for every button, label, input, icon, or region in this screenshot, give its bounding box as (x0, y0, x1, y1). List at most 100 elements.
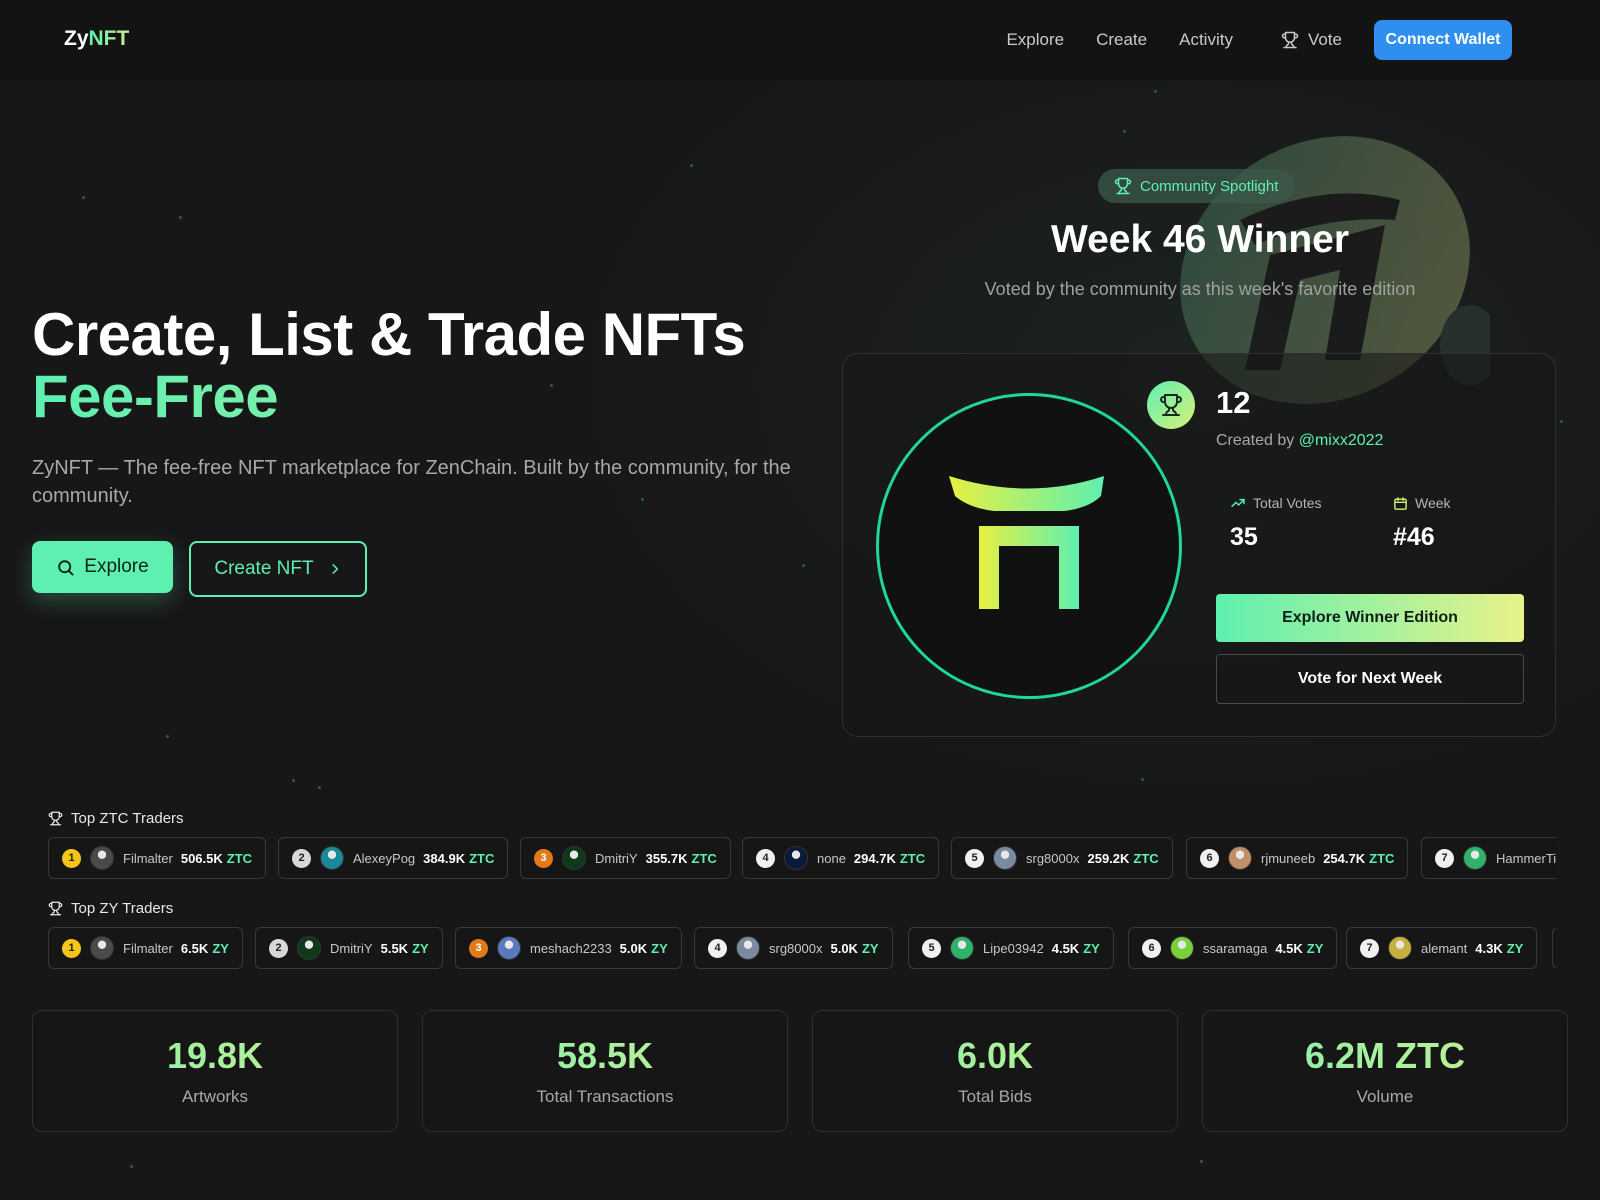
rank-badge: 1 (62, 938, 81, 958)
trophy-icon (1281, 31, 1299, 49)
rank-badge: 5 (922, 938, 941, 958)
trader-chip[interactable]: 5 Lipe03942 4.5K ZY (908, 927, 1114, 969)
top-ztc-traders-title: Top ZTC Traders (71, 810, 184, 827)
trader-amount: 6.5K (180, 940, 209, 956)
trader-amount: 254.7K (1323, 850, 1366, 866)
trader-name: HammerTi (1496, 850, 1556, 866)
avatar (1228, 846, 1252, 870)
trader-chip[interactable]: 6 rjmuneeb 254.7K ZTC (1186, 837, 1409, 879)
background-dot (1200, 1160, 1203, 1163)
stat-card-transactions: 58.5K Total Transactions (422, 1010, 788, 1132)
week-label-text: Week (1415, 495, 1451, 511)
edition-number: 12 (1216, 385, 1251, 420)
background-dot (690, 164, 693, 167)
stat-label: Volume (1356, 1087, 1414, 1106)
stat-label: Total Transactions (536, 1087, 674, 1106)
trader-chip[interactable]: 2 AlexeyPog 384.9K ZTC (278, 837, 509, 879)
trader-chip[interactable]: 3 DmitriY 355.7K ZTC (520, 837, 731, 879)
trophy-icon (48, 811, 63, 826)
background-dot (166, 735, 169, 738)
avatar (90, 846, 114, 870)
rank-badge: 4 (708, 938, 727, 958)
trader-chip[interactable]: 1 Filmalter 506.5K ZTC (48, 837, 267, 879)
stat-card-artworks: 19.8K Artworks (32, 1010, 398, 1132)
trader-chip[interactable]: 6 ssaramaga 4.5K ZY (1128, 927, 1338, 969)
trader-amount: 4.5K (1275, 940, 1303, 956)
total-votes-value: 35 (1230, 523, 1258, 551)
avatar (784, 846, 808, 870)
winner-nft-image[interactable] (876, 393, 1182, 699)
nav-explore[interactable]: Explore (1006, 30, 1064, 50)
trader-chip[interactable]: 7 HammerTi (1421, 837, 1556, 879)
trader-amount: 5.5K (380, 940, 409, 956)
trophy-icon (1114, 177, 1132, 195)
avatar (1170, 936, 1194, 960)
week-value: #46 (1393, 523, 1435, 551)
trader-chip[interactable]: 5 srg8000x 259.2K ZTC (951, 837, 1173, 879)
trader-amount: 259.2K (1087, 850, 1130, 866)
hero-explore-button[interactable]: Explore (32, 541, 173, 593)
background-dot (179, 216, 182, 219)
top-zy-traders-heading: Top ZY Traders (48, 900, 173, 917)
rank-badge: 3 (534, 848, 553, 868)
page: ZyNFT Explore Create Activity Vote Conne… (0, 0, 1600, 1200)
background-dot (1560, 420, 1563, 423)
created-by: Created by @mixx2022 (1216, 432, 1383, 450)
trader-chip[interactable] (1552, 927, 1556, 969)
trader-chip[interactable]: 4 none 294.7K ZTC (742, 837, 940, 879)
hero-create-nft-button[interactable]: Create NFT (189, 541, 367, 597)
trader-amount: 5.0K (619, 940, 648, 956)
trader-name: rjmuneeb (1261, 850, 1316, 866)
nav-activity[interactable]: Activity (1179, 30, 1233, 50)
rank-badge: 5 (965, 848, 984, 868)
trader-name: Filmalter (123, 850, 173, 866)
rank-badge: 2 (292, 848, 311, 868)
stat-label: Artworks (181, 1087, 249, 1106)
hero-title: Create, List & Trade NFTs Fee-Free (32, 304, 746, 428)
hero-subtitle: ZyNFT — The fee-free NFT marketplace for… (32, 457, 791, 507)
trader-chip[interactable]: 2 DmitriY 5.5K ZY (255, 927, 443, 969)
trader-chip[interactable]: 1 Filmalter 6.5K ZY (48, 927, 243, 969)
background-dot (1141, 778, 1144, 781)
trader-unit: ZY (1306, 940, 1324, 956)
avatar (1463, 846, 1487, 870)
trader-name: DmitriY (330, 940, 373, 956)
rank-badge: 7 (1435, 848, 1454, 868)
trader-amount: 384.9K (423, 850, 466, 866)
trader-chip[interactable]: 7 alemant 4.3K ZY (1346, 927, 1538, 969)
avatar (320, 846, 344, 870)
trader-name: DmitriY (595, 850, 638, 866)
connect-wallet-button[interactable]: Connect Wallet (1374, 20, 1512, 60)
trader-unit: ZY (412, 940, 429, 956)
total-votes-label-text: Total Votes (1253, 495, 1322, 511)
top-navigation-bar: ZyNFT Explore Create Activity Vote Conne… (0, 0, 1600, 80)
creator-handle-link[interactable]: @mixx2022 (1299, 432, 1384, 449)
rank-badge: 1 (62, 848, 81, 868)
trader-chip[interactable]: 3 meshach2233 5.0K ZY (455, 927, 682, 969)
stat-value: 58.5K (423, 1035, 787, 1077)
zynft-logo[interactable]: ZyNFT (64, 27, 129, 51)
avatar (736, 936, 760, 960)
top-ztc-traders-list: 1 Filmalter 506.5K ZTC 2 AlexeyPog 384.9… (48, 837, 1556, 879)
rank-badge: 7 (1360, 938, 1379, 958)
nav-create[interactable]: Create (1096, 30, 1147, 50)
nav-vote[interactable]: Vote (1281, 30, 1342, 50)
avatar (297, 936, 321, 960)
rank-badge: 6 (1200, 848, 1219, 868)
trader-name: none (817, 850, 846, 866)
avatar (950, 936, 974, 960)
trader-unit: ZY (651, 940, 668, 956)
explore-winner-edition-button[interactable]: Explore Winner Edition (1216, 594, 1524, 642)
trader-chip[interactable]: 4 srg8000x 5.0K ZY (694, 927, 893, 969)
stat-value: 6.0K (813, 1035, 1177, 1077)
spotlight-badge-label: Community Spotlight (1140, 177, 1279, 195)
rank-badge: 4 (756, 848, 775, 868)
background-dot (1154, 90, 1157, 93)
trophy-icon (48, 901, 63, 916)
background-dot (802, 564, 805, 567)
background-dot (318, 786, 321, 789)
vote-next-week-button[interactable]: Vote for Next Week (1216, 654, 1524, 704)
trader-name: ssaramaga (1203, 940, 1268, 956)
trader-unit: ZTC (1133, 850, 1159, 866)
spotlight-subtitle: Voted by the community as this week's fa… (984, 279, 1416, 299)
